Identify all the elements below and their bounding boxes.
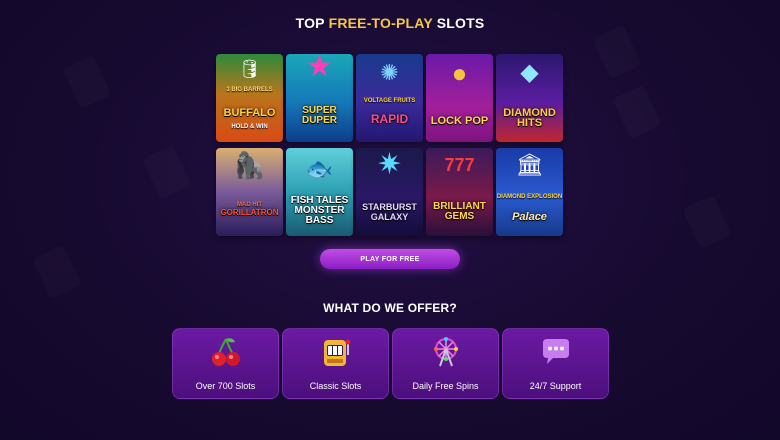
- slot-title: DIAMOND HITS: [503, 107, 556, 129]
- offer-label: 24/7 Support: [529, 381, 582, 391]
- fish-icon: 🐟: [305, 156, 334, 181]
- slots-grid: 3 BIG BARRELS 🛢 BUFFALO HOLD & WIN ★ SUP…: [216, 54, 564, 236]
- offer-card-daily-free-spins: Daily Free Spins: [392, 328, 499, 399]
- slot-tile-palace[interactable]: 🏛 DIAMOND EXPLOSION Palace: [496, 148, 563, 236]
- slot-tile-super-duper[interactable]: ★ SUPER DUPER: [286, 54, 353, 142]
- star-icon: ★: [306, 54, 333, 83]
- slot-tile-brilliant-gems[interactable]: 777 BRILLIANT GEMS: [426, 148, 493, 236]
- slot-tile-gorillatron[interactable]: 🦍 MAD HIT GORILLATRON: [216, 148, 283, 236]
- slot-tile-starburst-galaxy[interactable]: ✷ STARBURST GALAXY: [356, 148, 423, 236]
- electric-orb-icon: ✺: [380, 60, 399, 85]
- slot-title: LOCK POP: [430, 115, 489, 127]
- slot-title: GORILLATRON: [220, 208, 279, 217]
- title-suffix: SLOTS: [432, 15, 485, 31]
- slot-tile-diamond-hits[interactable]: ◆ DIAMOND HITS: [496, 54, 563, 142]
- offer-title: WHAT DO WE OFFER?: [323, 301, 457, 315]
- palace-icon: 🏛: [515, 152, 544, 177]
- slot-subtitle: 3 BIG BARRELS: [226, 87, 273, 93]
- offer-label: Over 700 Slots: [195, 381, 256, 391]
- chat-bubble-icon: [538, 335, 574, 369]
- cherries-icon: [208, 335, 244, 369]
- slot-title: STARBURST GALAXY: [362, 202, 417, 222]
- starburst-icon: ✷: [376, 148, 403, 181]
- slot-title: FISH TALES MONSTER BASS: [290, 195, 349, 226]
- slot-tagline: HOLD & WIN: [231, 124, 268, 130]
- slot-subtitle: VOLTAGE FRUITS: [363, 98, 416, 104]
- title-accent: FREE-TO-PLAY: [328, 15, 433, 31]
- slot-tile-buffalo[interactable]: 3 BIG BARRELS 🛢 BUFFALO HOLD & WIN: [216, 54, 283, 142]
- background-decoration: [62, 55, 111, 109]
- offer-label: Daily Free Spins: [412, 381, 479, 391]
- slot-title: RAPID: [370, 112, 409, 126]
- offer-card-support: 24/7 Support: [502, 328, 609, 399]
- offer-label: Classic Slots: [309, 381, 362, 391]
- slot-tile-rapid[interactable]: ✺ VOLTAGE FRUITS RAPID: [356, 54, 423, 142]
- background-decoration: [592, 25, 641, 79]
- slot-title: BRILLIANT GEMS: [433, 201, 486, 222]
- slot-title: BUFFALO: [223, 107, 276, 119]
- slot-tile-lock-pop[interactable]: ● LOCK POP: [426, 54, 493, 142]
- coin-icon: ●: [451, 58, 468, 88]
- background-decoration: [612, 85, 661, 139]
- slot-machine-icon: [318, 335, 354, 369]
- barrel-icon: 🛢: [238, 59, 261, 79]
- page-title: TOP FREE-TO-PLAY SLOTS: [0, 15, 780, 31]
- background-decoration: [32, 245, 81, 299]
- play-for-free-button[interactable]: PLAY FOR FREE: [320, 249, 460, 269]
- offer-card-classic-slots: Classic Slots: [282, 328, 389, 399]
- ferris-wheel-icon: [428, 335, 464, 369]
- slot-subtitle: DIAMOND EXPLOSION: [496, 194, 563, 200]
- slot-title: SUPER DUPER: [301, 105, 337, 126]
- gorilla-icon: 🦍: [233, 150, 266, 180]
- offer-card-slots: Over 700 Slots: [172, 328, 279, 399]
- background-decoration: [142, 145, 191, 199]
- background-decoration: [682, 195, 731, 249]
- diamond-icon: ◆: [520, 59, 539, 86]
- sevens-icon: 777: [444, 155, 475, 175]
- title-prefix: TOP: [295, 15, 329, 31]
- slot-title: Palace: [512, 211, 547, 223]
- slot-tile-fish-tales[interactable]: 🐟 FISH TALES MONSTER BASS: [286, 148, 353, 236]
